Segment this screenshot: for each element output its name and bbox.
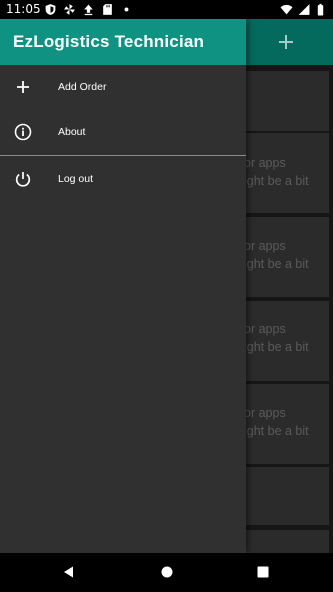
signal-icon	[298, 4, 310, 15]
dot-icon	[124, 7, 129, 12]
card-text-line: ight be a bit	[244, 340, 309, 354]
shield-icon	[45, 4, 56, 15]
status-system-icons	[280, 3, 327, 16]
menu-divider	[0, 155, 246, 156]
battery-icon	[317, 3, 324, 16]
menu-item-label: Log out	[58, 173, 94, 185]
status-bar: 11:05	[0, 0, 333, 19]
power-icon	[15, 172, 31, 187]
navigation-drawer: EzLogistics Technician Add Order About L…	[0, 19, 246, 553]
sd-card-icon	[103, 4, 112, 15]
drawer-title: EzLogistics Technician	[13, 32, 205, 51]
status-notification-icons	[44, 3, 133, 16]
back-icon[interactable]	[62, 565, 76, 579]
upload-icon	[84, 4, 93, 16]
plus-icon	[17, 81, 29, 93]
drawer-header: EzLogistics Technician	[0, 19, 246, 65]
info-icon	[14, 123, 32, 141]
wifi-icon	[280, 4, 293, 15]
card-text-line: or apps	[244, 322, 286, 336]
recents-icon[interactable]	[257, 566, 269, 578]
home-icon[interactable]	[160, 565, 174, 579]
status-time: 11:05	[6, 2, 41, 16]
card-text-line: ight be a bit	[244, 424, 309, 438]
card-text-line: or apps	[244, 156, 286, 170]
menu-item-add-order[interactable]: Add Order	[0, 67, 246, 111]
menu-item-about[interactable]: About	[0, 112, 246, 156]
menu-item-log-out[interactable]: Log out	[0, 159, 246, 203]
card-text-line: or apps	[244, 239, 286, 253]
card-text-line: ight be a bit	[244, 257, 309, 271]
system-nav-bar	[0, 553, 333, 592]
pinwheel-icon	[64, 4, 75, 15]
add-icon[interactable]	[274, 30, 298, 54]
menu-item-label: Add Order	[58, 81, 107, 93]
menu-item-label: About	[58, 126, 86, 138]
card-text-line: ight be a bit	[244, 174, 309, 188]
card-text-line: or apps	[244, 406, 286, 420]
